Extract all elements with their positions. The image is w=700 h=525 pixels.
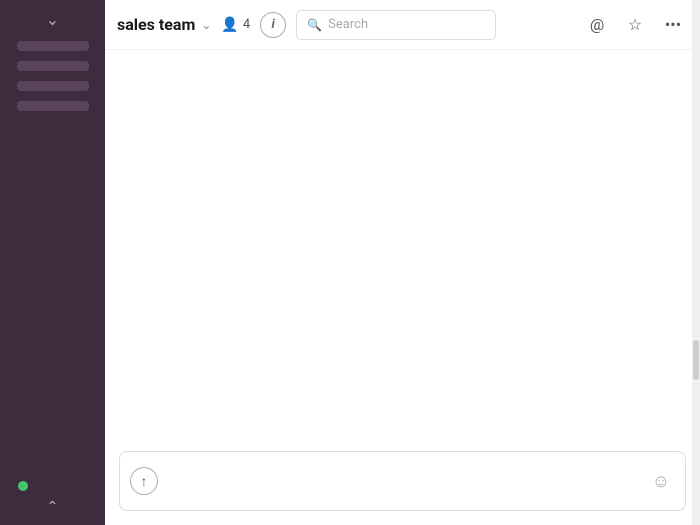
main-wrapper: sales team ⌄ 👤 4 i 🔍 Search @ ☆ ••• ↑: [105, 0, 700, 525]
upload-button[interactable]: ↑: [130, 467, 158, 495]
scrollbar-thumb[interactable]: [693, 340, 699, 380]
sidebar-skeleton-3: [17, 81, 89, 91]
scrollbar-track[interactable]: [692, 0, 700, 525]
search-box[interactable]: 🔍 Search: [296, 10, 496, 40]
channel-title-wrap: sales team ⌄: [117, 15, 211, 34]
emoji-button[interactable]: ☺: [647, 467, 675, 495]
search-placeholder-text: Search: [328, 17, 368, 32]
channel-chevron-icon[interactable]: ⌄: [201, 18, 211, 32]
search-icon: 🔍: [307, 18, 322, 32]
at-mention-button[interactable]: @: [582, 10, 612, 40]
channel-header: sales team ⌄ 👤 4 i 🔍 Search @ ☆ •••: [105, 0, 700, 50]
sidebar-skeleton-4: [17, 101, 89, 111]
info-button[interactable]: i: [260, 12, 286, 38]
message-text-input[interactable]: [166, 473, 639, 489]
header-actions: @ ☆ •••: [582, 10, 688, 40]
members-number: 4: [243, 17, 250, 32]
members-count[interactable]: 👤 4: [221, 17, 250, 33]
sidebar-bottom: ⌃: [0, 481, 105, 515]
message-input-area: ↑ ☺: [119, 451, 686, 511]
more-options-button[interactable]: •••: [658, 10, 688, 40]
sidebar-expand-icon[interactable]: ⌃: [47, 499, 59, 515]
sidebar-collapse-icon[interactable]: ⌄: [46, 10, 59, 29]
channel-title: sales team: [117, 15, 195, 34]
main-content: sales team ⌄ 👤 4 i 🔍 Search @ ☆ ••• ↑: [105, 0, 700, 525]
sidebar: ⌄ ⌃: [0, 0, 105, 525]
sidebar-skeleton-2: [17, 61, 89, 71]
sidebar-skeleton-1: [17, 41, 89, 51]
members-icon: 👤: [221, 17, 238, 33]
online-status-indicator: [18, 481, 28, 491]
message-area: [105, 50, 700, 451]
star-button[interactable]: ☆: [620, 10, 650, 40]
